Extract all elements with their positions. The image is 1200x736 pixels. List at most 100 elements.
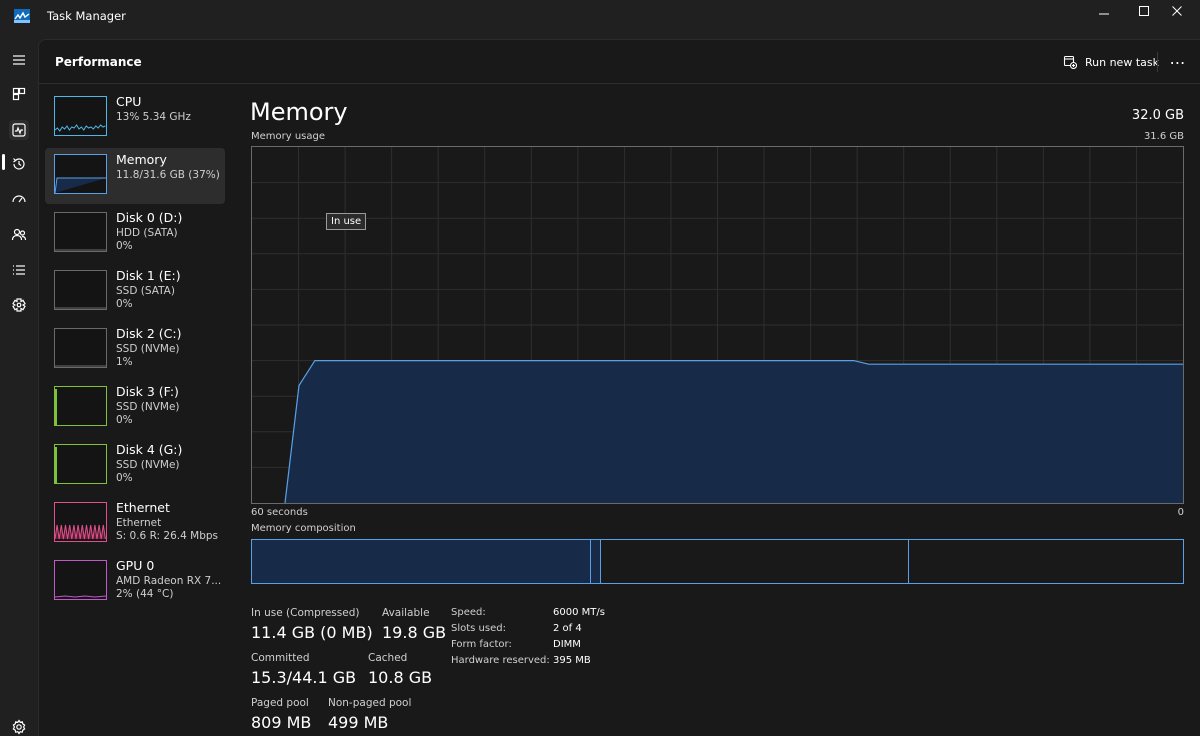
more-options-button[interactable]: ⋯ — [1164, 48, 1192, 76]
memory-usage-label: Memory usage — [251, 131, 326, 142]
run-new-task-label: Run new task — [1085, 55, 1159, 69]
speed-value: 6000 MT/s — [553, 607, 605, 618]
device-item-gpu-0[interactable]: GPU 0 AMD Radeon RX 7... 2% (44 °C) — [45, 554, 225, 610]
device-sparkline-line — [55, 595, 106, 598]
device-detail: Ethernet — [116, 517, 162, 529]
device-sparkline-line — [55, 124, 106, 132]
device-name: Disk 3 (F:) — [116, 384, 179, 399]
memory-usage-graph — [251, 146, 1184, 504]
run-new-task-icon — [1063, 55, 1077, 69]
in-use-tooltip: In use — [326, 213, 367, 230]
device-detail: 13% 5.34 GHz — [116, 111, 191, 123]
device-name: Ethernet — [116, 500, 170, 515]
device-item-disk-1-e[interactable]: Disk 1 (E:) SSD (SATA) 0% — [45, 264, 225, 320]
form-factor-label: Form factor: — [451, 639, 512, 650]
device-thumbnail-graph — [54, 386, 107, 426]
memory-usage-area — [285, 360, 1183, 503]
committed-label: Committed — [251, 652, 310, 664]
performance-icon — [12, 123, 26, 137]
details-nav-button[interactable] — [9, 260, 29, 280]
cached-label: Cached — [368, 652, 408, 664]
device-item-disk-2-c[interactable]: Disk 2 (C:) SSD (NVMe) 1% — [45, 322, 225, 378]
window-title: Task Manager — [47, 9, 126, 23]
device-name: Disk 2 (C:) — [116, 326, 182, 341]
speed-label: Speed: — [451, 607, 486, 618]
task-manager-window: Task Manager Performance Run new task ⋯ … — [0, 0, 1200, 736]
hardware-reserved-value: 395 MB — [553, 655, 591, 666]
device-sparkline — [55, 365, 106, 367]
more-options-icon: ⋯ — [1169, 52, 1187, 72]
device-item-disk-3-f[interactable]: Disk 3 (F:) SSD (NVMe) 0% — [45, 380, 225, 436]
device-name: Disk 1 (E:) — [116, 268, 181, 283]
device-name: Disk 4 (G:) — [116, 442, 183, 457]
close-icon — [1172, 6, 1182, 16]
device-thumbnail-graph — [54, 154, 107, 194]
device-item-ethernet[interactable]: Ethernet Ethernet S: 0.6 R: 26.4 Mbps — [45, 496, 225, 552]
services-nav-button[interactable] — [9, 295, 29, 315]
slots-used-value: 2 of 4 — [553, 623, 582, 634]
content-area: Performance Run new task ⋯ CPU 13% 5.34 G… — [38, 39, 1200, 736]
graph-axis-left-label: 60 seconds — [251, 507, 308, 518]
device-name: GPU 0 — [116, 558, 155, 573]
memory-total: 32.0 GB — [1131, 108, 1184, 123]
device-usage: 0% — [116, 472, 133, 484]
device-item-memory[interactable]: Memory 11.8/31.6 GB (37%) — [45, 148, 225, 204]
device-sparkline — [55, 447, 57, 483]
composition-segment-modified — [590, 540, 602, 583]
device-detail: SSD (NVMe) — [116, 401, 180, 413]
non-paged-pool-value: 499 MB — [328, 713, 389, 732]
run-new-task-button[interactable]: Run new task — [1055, 48, 1167, 76]
task-manager-app-icon — [14, 9, 30, 23]
device-sparkline — [55, 389, 57, 425]
device-thumbnail-graph — [54, 502, 107, 542]
device-sparkline-line — [55, 177, 106, 193]
processes-nav-button[interactable] — [9, 84, 29, 104]
device-detail: AMD Radeon RX 7... — [116, 575, 222, 587]
users-icon — [11, 228, 27, 241]
active-nav-indicator — [2, 154, 5, 170]
hamburger-icon — [13, 55, 25, 65]
device-detail: SSD (SATA) — [116, 285, 175, 297]
settings-nav-button[interactable] — [9, 717, 29, 736]
page-header: Performance Run new task ⋯ — [39, 40, 1200, 84]
services-icon — [12, 298, 26, 312]
minimize-icon — [1099, 13, 1109, 15]
paged-pool-label: Paged pool — [251, 697, 309, 709]
composition-segment-in-use — [252, 540, 591, 583]
device-usage: 0% — [116, 298, 133, 310]
slots-used-label: Slots used: — [451, 623, 506, 634]
available-label: Available — [382, 607, 430, 619]
memory-usage-max: 31.6 GB — [1143, 131, 1184, 142]
device-usage: 1% — [116, 356, 133, 368]
maximize-icon — [1139, 6, 1149, 16]
hamburger-menu-button[interactable] — [9, 50, 29, 70]
device-sparkline — [55, 249, 106, 251]
graph-axis-right-label: 0 — [1177, 507, 1184, 518]
startup-apps-nav-button[interactable] — [9, 190, 29, 210]
device-item-cpu[interactable]: CPU 13% 5.34 GHz — [45, 90, 225, 146]
device-detail: 11.8/31.6 GB (37%) — [116, 169, 220, 181]
memory-usage-chart — [252, 147, 1183, 504]
device-detail: HDD (SATA) — [116, 227, 178, 239]
performance-nav-button[interactable] — [9, 120, 29, 140]
in-use-label: In use (Compressed) — [251, 607, 360, 619]
composition-segment-free — [909, 540, 1183, 583]
device-usage: 0% — [116, 240, 133, 252]
device-thumbnail-graph — [54, 444, 107, 484]
users-nav-button[interactable] — [9, 225, 29, 245]
device-thumbnail-graph — [54, 96, 107, 136]
device-item-disk-4-g[interactable]: Disk 4 (G:) SSD (NVMe) 0% — [45, 438, 225, 494]
device-list: CPU 13% 5.34 GHz Memory 11.8/31.6 GB (37%) D… — [45, 90, 225, 612]
device-name: CPU — [116, 94, 142, 109]
device-detail: SSD (NVMe) — [116, 459, 180, 471]
device-usage: 0% — [116, 414, 133, 426]
app-history-nav-button[interactable] — [9, 154, 29, 174]
device-item-disk-0-d[interactable]: Disk 0 (D:) HDD (SATA) 0% — [45, 206, 225, 262]
title-bar[interactable]: Task Manager — [0, 0, 1200, 34]
available-value: 19.8 GB — [382, 623, 447, 642]
composition-segment-standby — [601, 540, 910, 583]
form-factor-value: DIMM — [553, 639, 581, 650]
close-button[interactable] — [1154, 0, 1200, 22]
page-title: Performance — [55, 55, 142, 69]
device-usage: 2% (44 °C) — [116, 588, 174, 600]
